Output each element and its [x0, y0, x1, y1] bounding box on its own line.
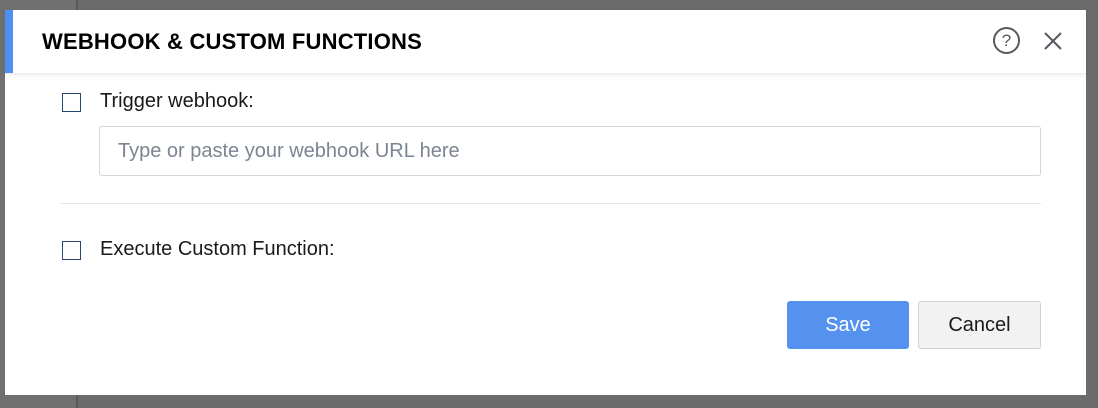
- trigger-webhook-checkbox[interactable]: [62, 93, 81, 112]
- webhook-dialog: WEBHOOK & CUSTOM FUNCTIONS ? Trigger web…: [5, 10, 1086, 395]
- cancel-button[interactable]: Cancel: [918, 301, 1041, 349]
- save-button[interactable]: Save: [787, 301, 909, 349]
- execute-custom-function-label: Execute Custom Function:: [100, 238, 335, 260]
- section-divider: [61, 203, 1041, 204]
- header-accent-bar: [5, 10, 13, 73]
- dialog-title: WEBHOOK & CUSTOM FUNCTIONS: [42, 29, 423, 54]
- close-icon[interactable]: [1042, 30, 1064, 52]
- question-circle-icon[interactable]: ?: [993, 27, 1020, 54]
- trigger-webhook-label: Trigger webhook:: [100, 90, 254, 112]
- dialog-header: WEBHOOK & CUSTOM FUNCTIONS ?: [5, 10, 1086, 74]
- execute-custom-function-checkbox[interactable]: [62, 241, 81, 260]
- webhook-url-input[interactable]: [99, 126, 1041, 176]
